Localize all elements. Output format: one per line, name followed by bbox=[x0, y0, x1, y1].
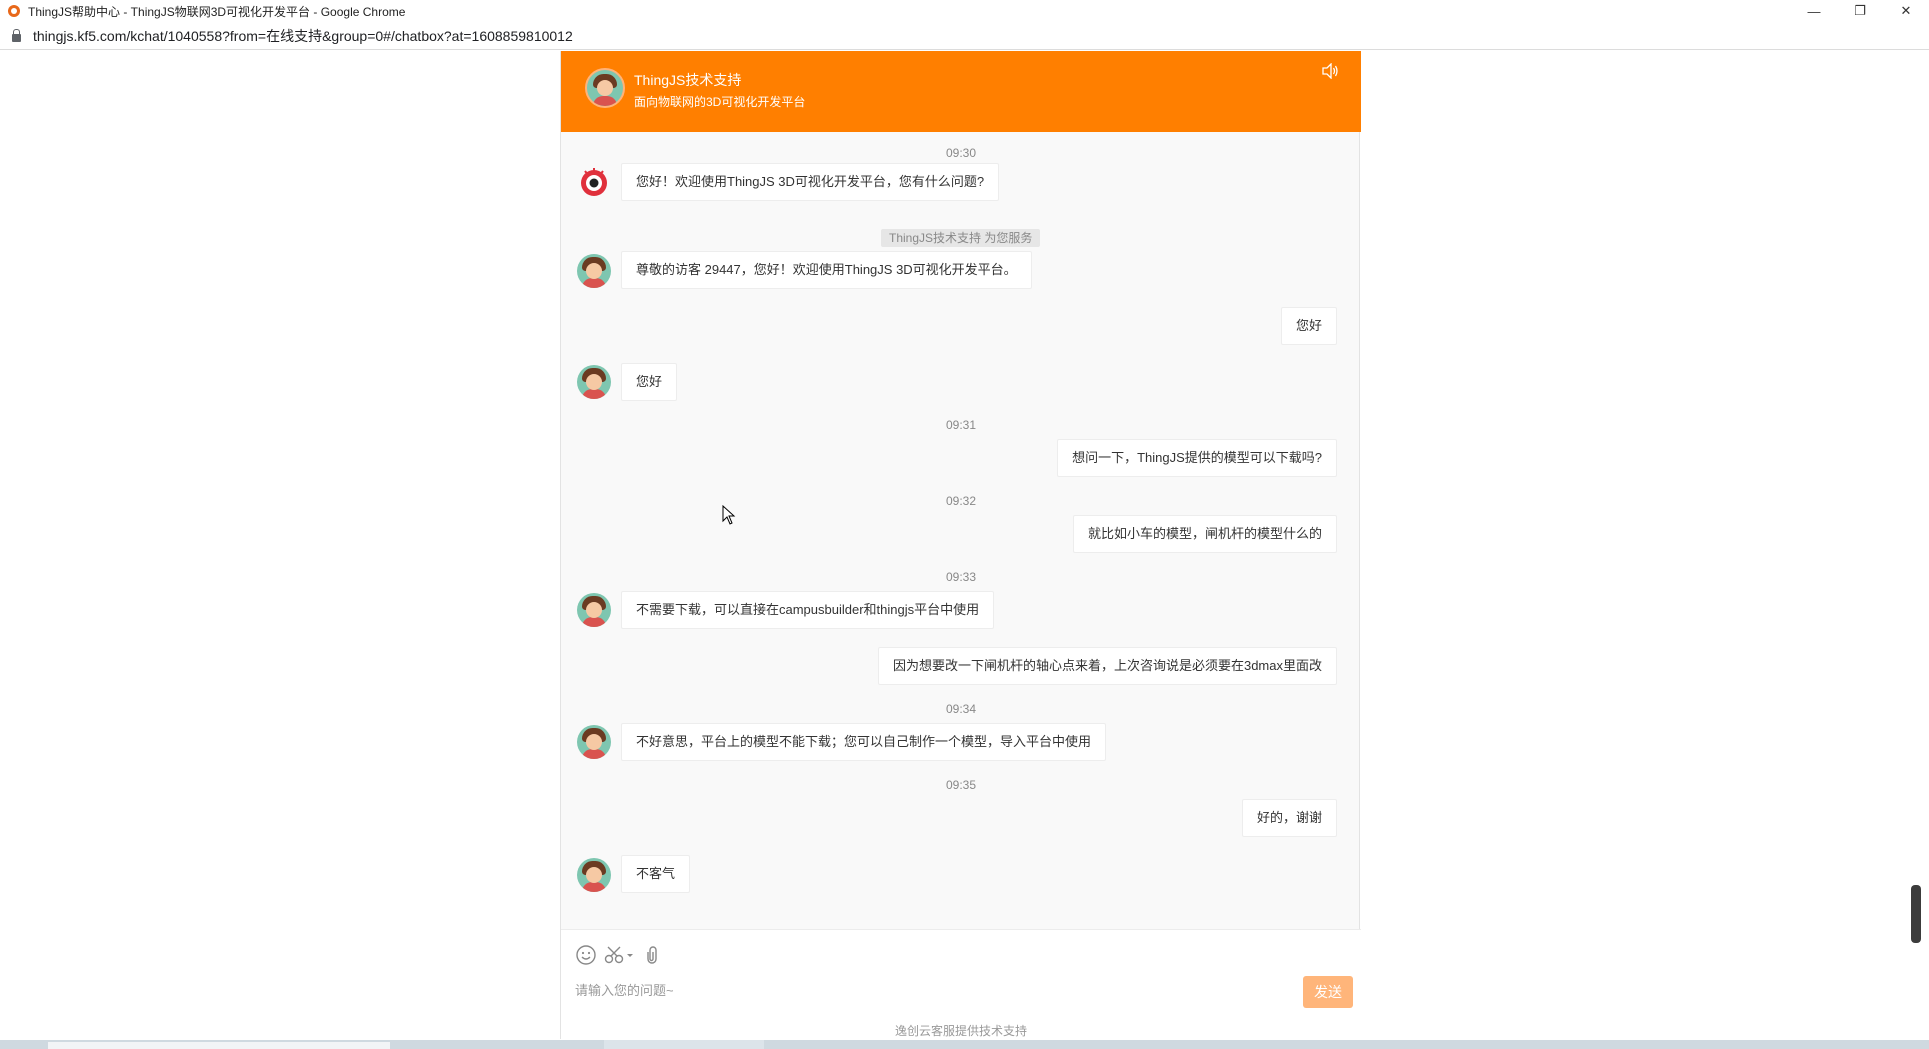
address-bar[interactable]: thingjs.kf5.com/kchat/1040558?from=在线支持&… bbox=[0, 22, 1929, 50]
agent-avatar bbox=[577, 254, 611, 288]
message-input[interactable] bbox=[575, 980, 1275, 1000]
page-content: ThingJS技术支持 面向物联网的3D可视化开发平台 09:30 您好！欢迎使… bbox=[0, 51, 1929, 1049]
taskbar-strip bbox=[0, 1040, 1929, 1049]
site-favicon-icon bbox=[8, 5, 20, 17]
agent-avatar bbox=[577, 593, 611, 627]
powered-by-footer: 逸创云客服提供技术支持 bbox=[561, 1022, 1361, 1039]
speaker-icon[interactable] bbox=[1321, 63, 1339, 79]
system-note: ThingJS技术支持 为您服务 bbox=[881, 229, 1041, 247]
message-bubble-agent: 尊敬的访客 29447，您好！欢迎使用ThingJS 3D可视化开发平台。 bbox=[621, 251, 1032, 289]
minimize-button[interactable]: — bbox=[1791, 0, 1837, 22]
message-bubble-user: 因为想要改一下闸机杆的轴心点来着，上次咨询说是必须要在3dmax里面改 bbox=[877, 647, 1337, 685]
agent-avatar bbox=[577, 725, 611, 759]
message-bubble-user: 好的，谢谢 bbox=[1241, 799, 1337, 837]
agent-name: ThingJS技术支持 bbox=[634, 72, 742, 88]
bot-avatar-icon bbox=[581, 168, 607, 196]
agent-avatar bbox=[585, 68, 625, 108]
message-bubble-agent: 您好！欢迎使用ThingJS 3D可视化开发平台，您有什么问题? bbox=[621, 163, 1000, 201]
agent-avatar bbox=[577, 365, 611, 399]
message-bubble-agent: 您好 bbox=[621, 363, 678, 401]
window-controls: — ❐ ✕ bbox=[1791, 0, 1929, 22]
composer: 发送 bbox=[561, 929, 1361, 1022]
send-button[interactable]: 发送 bbox=[1303, 976, 1353, 1008]
timestamp: 09:35 bbox=[945, 778, 977, 792]
message-list: 09:30 您好！欢迎使用ThingJS 3D可视化开发平台，您有什么问题? T… bbox=[561, 132, 1361, 929]
chat-header: ThingJS技术支持 面向物联网的3D可视化开发平台 bbox=[561, 51, 1361, 132]
timestamp: 09:30 bbox=[945, 146, 977, 160]
timestamp: 09:32 bbox=[945, 494, 977, 508]
restore-button[interactable]: ❐ bbox=[1837, 0, 1883, 22]
timestamp: 09:33 bbox=[945, 570, 977, 584]
message-bubble-user: 您好 bbox=[1280, 307, 1337, 345]
side-scroll-handle[interactable] bbox=[1911, 885, 1921, 943]
message-bubble-agent: 不好意思，平台上的模型不能下载；您可以自己制作一个模型，导入平台中使用 bbox=[621, 723, 1107, 761]
url-text[interactable]: thingjs.kf5.com/kchat/1040558?from=在线支持&… bbox=[33, 26, 573, 46]
chat-window: ThingJS技术支持 面向物联网的3D可视化开发平台 09:30 您好！欢迎使… bbox=[560, 51, 1361, 1039]
agent-avatar bbox=[577, 858, 611, 892]
scissors-icon[interactable] bbox=[603, 944, 635, 966]
agent-subtitle: 面向物联网的3D可视化开发平台 bbox=[634, 95, 806, 109]
lock-icon bbox=[12, 28, 21, 42]
close-button[interactable]: ✕ bbox=[1883, 0, 1929, 22]
timestamp: 09:34 bbox=[945, 702, 977, 716]
emoji-icon[interactable] bbox=[575, 944, 597, 966]
timestamp: 09:31 bbox=[945, 418, 977, 432]
attachment-icon[interactable] bbox=[641, 944, 663, 966]
message-bubble-agent: 不需要下载，可以直接在campusbuilder和thingjs平台中使用 bbox=[621, 591, 995, 629]
mouse-cursor-icon bbox=[722, 505, 736, 525]
browser-titlebar: ThingJS帮助中心 - ThingJS物联网3D可视化开发平台 - Goog… bbox=[0, 0, 1929, 22]
window-title: ThingJS帮助中心 - ThingJS物联网3D可视化开发平台 - Goog… bbox=[28, 4, 406, 19]
message-bubble-agent: 不客气 bbox=[621, 855, 691, 893]
message-bubble-user: 想问一下，ThingJS提供的模型可以下载吗? bbox=[1057, 439, 1337, 477]
message-bubble-user: 就比如小车的模型，闸机杆的模型什么的 bbox=[1072, 515, 1337, 553]
